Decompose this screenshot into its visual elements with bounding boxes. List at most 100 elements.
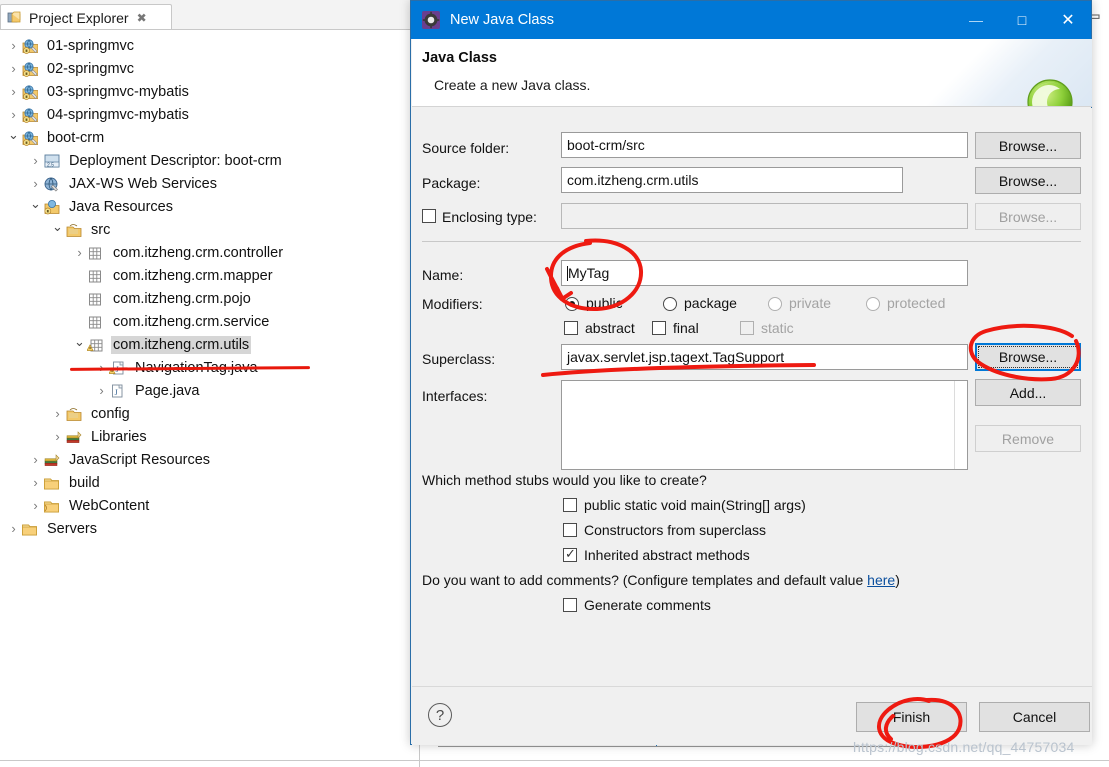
interfaces-list[interactable] xyxy=(561,380,968,470)
chevron-right-icon[interactable]: › xyxy=(6,108,21,121)
stub-label-constructors: Constructors from superclass xyxy=(584,522,767,538)
chevron-right-icon[interactable]: › xyxy=(28,154,43,167)
tree-item[interactable]: ⌄ boot-crm xyxy=(0,126,419,149)
tree-item[interactable]: › 03-springmvc-mybatis xyxy=(0,80,419,103)
modifier-radio-package[interactable] xyxy=(663,297,677,311)
text-caret xyxy=(567,265,568,281)
close-button[interactable]: ✕ xyxy=(1045,1,1091,39)
tree-item[interactable]: › build xyxy=(0,471,419,494)
source-folder-label: Source folder: xyxy=(422,140,510,156)
svg-text:2.5: 2.5 xyxy=(47,162,54,168)
chevron-down-icon[interactable]: ⌄ xyxy=(72,335,87,348)
enclosing-type-checkbox[interactable] xyxy=(422,209,436,223)
generate-comments-checkbox[interactable] xyxy=(563,598,577,612)
tree-item[interactable]: › 02-springmvc xyxy=(0,57,419,80)
window-buttons: — □ ✕ xyxy=(953,1,1091,39)
folder-icon xyxy=(21,521,41,537)
help-icon[interactable]: ? xyxy=(428,703,452,727)
source-folder-icon xyxy=(65,406,85,422)
enclosing-type-input xyxy=(561,203,968,229)
tree-item[interactable]: com.itzheng.crm.service xyxy=(0,310,419,333)
project-explorer-tree[interactable]: › 01-springmvc › 02-springmvc › 03-springmvc-… xyxy=(0,30,419,730)
interfaces-scrollbar[interactable] xyxy=(954,381,967,469)
chevron-right-icon[interactable]: › xyxy=(28,499,43,512)
chevron-right-icon[interactable]: › xyxy=(94,384,109,397)
web-folder-icon xyxy=(43,498,63,514)
chevron-right-icon[interactable]: › xyxy=(28,476,43,489)
chevron-down-icon[interactable]: ⌄ xyxy=(6,128,21,141)
tree-item[interactable]: com.itzheng.crm.pojo xyxy=(0,287,419,310)
tree-item[interactable]: ⌄ src xyxy=(0,218,419,241)
tree-item[interactable]: › J Page.java xyxy=(0,379,419,402)
tree-item[interactable]: › JAX-WS Web Services xyxy=(0,172,419,195)
modifier-checkbox-final[interactable] xyxy=(652,321,666,335)
dynamic-web-project-icon xyxy=(21,38,41,54)
tree-item[interactable]: com.itzheng.crm.mapper xyxy=(0,264,419,287)
package-icon xyxy=(87,245,107,261)
stub-label-inherited: Inherited abstract methods xyxy=(584,547,750,563)
stub-checkbox-constructors[interactable] xyxy=(563,523,577,537)
modifier-label-protected: protected xyxy=(887,295,946,311)
stub-checkbox-main[interactable] xyxy=(563,498,577,512)
stub-checkbox-inherited[interactable]: ✓ xyxy=(563,547,577,562)
tree-item[interactable]: ⌄ com.itzheng.crm.utils xyxy=(0,333,419,356)
chevron-right-icon[interactable]: › xyxy=(6,62,21,75)
project-explorer-icon xyxy=(7,10,24,26)
superclass-browse-button[interactable]: Browse... xyxy=(975,343,1081,371)
folder-icon xyxy=(43,475,63,491)
name-input[interactable]: MyTag xyxy=(561,260,968,286)
package-input[interactable]: com.itzheng.crm.utils xyxy=(561,167,903,193)
chevron-down-icon[interactable]: ⌄ xyxy=(50,220,65,233)
interfaces-add-button[interactable]: Add... xyxy=(975,379,1081,406)
comments-question: Do you want to add comments? (Configure … xyxy=(422,572,900,588)
chevron-down-icon[interactable]: ⌄ xyxy=(28,197,43,210)
tree-item[interactable]: › 04-springmvc-mybatis xyxy=(0,103,419,126)
cancel-button[interactable]: Cancel xyxy=(979,702,1090,732)
tree-item-label: config xyxy=(91,405,130,422)
method-stubs-question: Which method stubs would you like to cre… xyxy=(422,472,707,488)
chevron-right-icon[interactable]: › xyxy=(50,430,65,443)
tree-item[interactable]: › config xyxy=(0,402,419,425)
chevron-right-icon[interactable]: › xyxy=(6,522,21,535)
tree-item[interactable]: › JavaScript Resources xyxy=(0,448,419,471)
chevron-right-icon[interactable]: › xyxy=(50,407,65,420)
tree-item[interactable]: › com.itzheng.crm.controller xyxy=(0,241,419,264)
finish-button[interactable]: Finish xyxy=(856,702,967,732)
name-label: Name: xyxy=(422,267,464,283)
new-java-class-icon xyxy=(421,10,441,30)
superclass-input[interactable]: javax.servlet.jsp.tagext.TagSupport xyxy=(561,344,968,370)
dialog-title-bar[interactable]: New Java Class — □ ✕ xyxy=(411,1,1091,39)
source-folder-input[interactable]: boot-crm/src xyxy=(561,132,968,158)
modifier-label-private: private xyxy=(789,295,832,311)
tree-item-label: 04-springmvc-mybatis xyxy=(47,106,189,123)
chevron-right-icon[interactable]: › xyxy=(6,85,21,98)
source-folder-browse-button[interactable]: Browse... xyxy=(975,132,1081,159)
chevron-right-icon[interactable]: › xyxy=(28,453,43,466)
modifier-radio-public[interactable] xyxy=(565,297,579,311)
maximize-button[interactable]: □ xyxy=(999,1,1045,39)
modifier-label-static: static xyxy=(761,320,794,336)
modifier-label-public: public xyxy=(586,295,623,311)
enclosing-type-label: Enclosing type: xyxy=(442,209,537,225)
tree-item[interactable]: › Servers xyxy=(0,517,419,540)
superclass-label: Superclass: xyxy=(422,351,496,367)
chevron-right-icon[interactable]: › xyxy=(28,177,43,190)
package-browse-button[interactable]: Browse... xyxy=(975,167,1081,194)
tree-item-label: Page.java xyxy=(135,382,200,399)
dialog-body: Source folder: boot-crm/src Browse... Pa… xyxy=(412,108,1092,686)
modifier-checkbox-abstract[interactable] xyxy=(564,321,578,335)
tab-project-explorer[interactable]: Project Explorer ✖ xyxy=(0,4,172,30)
configure-templates-link[interactable]: here xyxy=(867,572,895,588)
tree-item[interactable]: › WebContent xyxy=(0,494,419,517)
chevron-right-icon[interactable]: › xyxy=(72,246,87,259)
minimize-button[interactable]: — xyxy=(953,1,999,39)
chevron-right-icon[interactable]: › xyxy=(6,39,21,52)
tree-item[interactable]: › Libraries xyxy=(0,425,419,448)
java-resources-icon xyxy=(43,199,63,215)
close-icon[interactable]: ✖ xyxy=(137,11,147,25)
tree-item[interactable]: › 2.5 Deployment Descriptor: boot-crm xyxy=(0,149,419,172)
source-folder-icon xyxy=(65,222,85,238)
tree-item[interactable]: ⌄ Java Resources xyxy=(0,195,419,218)
tree-item-label: 01-springmvc xyxy=(47,37,135,54)
tree-item[interactable]: › 01-springmvc xyxy=(0,34,419,57)
